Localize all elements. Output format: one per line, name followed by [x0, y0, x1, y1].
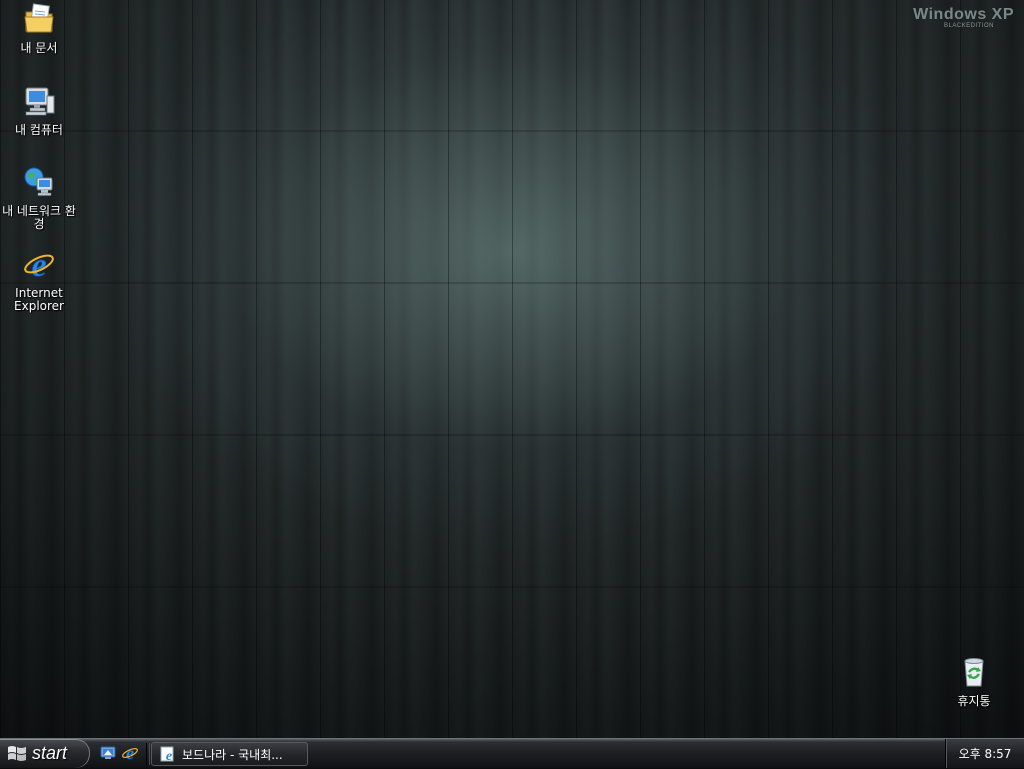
svg-text:e: e: [31, 247, 46, 281]
my-computer-icon: [25, 87, 55, 116]
taskbar-separator: [146, 743, 150, 765]
desktop-icon-label: 내 문서: [20, 41, 58, 55]
my-documents-icon: [24, 3, 54, 33]
internet-explorer-page-icon: e: [160, 746, 174, 762]
clock[interactable]: 오후 8:57: [959, 745, 1012, 762]
desktop-icon-label: 내 컴퓨터: [15, 123, 63, 137]
internet-explorer-icon: e: [24, 247, 54, 284]
desktop-icon-my-network-places[interactable]: 내 네트워크 환경: [1, 165, 77, 231]
desktop-icon-recycle-bin[interactable]: 휴지통: [936, 655, 1012, 708]
desktop-icon-my-computer[interactable]: 내 컴퓨터: [1, 84, 77, 137]
show-desktop-icon[interactable]: [99, 744, 117, 762]
start-label: start: [32, 743, 68, 763]
windows-xp-brand-logo: Windows XP BLACKEDITION: [913, 6, 1014, 29]
desktop-icon-label: Internet Explorer: [14, 286, 64, 313]
brand-title: Windows XP: [913, 6, 1014, 23]
desktop-icon-label: 내 네트워크 환경: [2, 204, 76, 231]
windows-flag-icon: [8, 745, 26, 761]
taskbar-button-label: 보드나라 - 국내최...: [182, 747, 283, 762]
internet-explorer-icon[interactable]: e: [121, 744, 139, 762]
desktop-icon-internet-explorer[interactable]: e Internet Explorer: [1, 247, 77, 313]
svg-text:e: e: [166, 749, 172, 762]
svg-text:e: e: [126, 744, 134, 762]
taskbar: start e e 보드나라 - 국내최... 오후 8:57: [0, 738, 1024, 769]
desktop-icon-label: 휴지통: [957, 694, 991, 708]
taskbar-button-bodnara[interactable]: e 보드나라 - 국내최...: [151, 742, 308, 766]
my-network-places-icon: [24, 167, 53, 196]
system-tray: 오후 8:57: [945, 739, 1024, 768]
desktop-icon-my-documents[interactable]: 내 문서: [1, 2, 77, 55]
recycle-bin-icon: [964, 658, 984, 687]
start-button[interactable]: start: [0, 739, 90, 768]
desktop-background: Windows XP BLACKEDITION 내 문서 내 컴퓨터 내 네트워…: [0, 0, 1024, 738]
